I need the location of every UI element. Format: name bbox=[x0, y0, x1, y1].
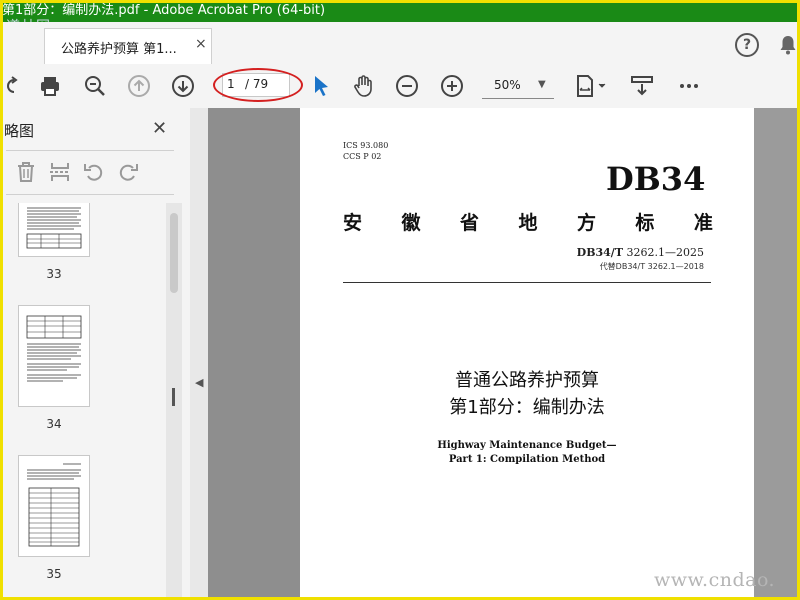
undo-icon[interactable] bbox=[82, 160, 106, 184]
scroll-mode-icon[interactable] bbox=[630, 74, 654, 98]
thumbnail-list: 33 34 35 bbox=[0, 203, 166, 600]
select-pointer-icon[interactable] bbox=[309, 74, 333, 98]
chevron-down-icon[interactable]: ▼ bbox=[538, 79, 546, 90]
standard-type: 安 徽 省 地 方 标 准 bbox=[343, 208, 713, 235]
redo-icon[interactable] bbox=[116, 160, 140, 184]
share-icon[interactable] bbox=[0, 74, 24, 98]
panel-title: 略图 bbox=[4, 122, 35, 140]
tab-label: 公路养护预算 第1... bbox=[61, 42, 177, 57]
zoom-out-icon[interactable] bbox=[395, 74, 419, 98]
zoom-search-icon[interactable] bbox=[83, 74, 107, 98]
hand-icon[interactable] bbox=[351, 74, 375, 98]
thumbnail-page-34[interactable] bbox=[18, 305, 90, 407]
panel-divider bbox=[6, 194, 174, 195]
thumbnail-page-33[interactable] bbox=[18, 203, 90, 257]
header-rule bbox=[343, 282, 711, 283]
extract-icon[interactable] bbox=[48, 160, 72, 184]
page-up-icon[interactable] bbox=[127, 74, 151, 98]
panel-divider bbox=[6, 150, 174, 151]
panel-splitter[interactable] bbox=[190, 108, 208, 600]
thumbnail-label: 33 bbox=[46, 267, 62, 281]
standard-code: DB34/T 3262.1—2025 bbox=[550, 246, 704, 259]
tab-close-icon[interactable]: × bbox=[195, 36, 207, 52]
ccs-code: CCS P 02 bbox=[343, 152, 382, 161]
site-watermark: www.cndao. bbox=[654, 569, 776, 591]
page-down-icon[interactable] bbox=[171, 74, 195, 98]
thumbnail-panel: 略图 ✕ 33 34 35 bbox=[0, 108, 191, 600]
standard-type-char: 准 bbox=[693, 212, 713, 234]
collapse-panel-icon[interactable]: ◀ bbox=[195, 376, 203, 389]
thumbnail-tools bbox=[0, 156, 180, 196]
close-icon[interactable]: ✕ bbox=[152, 118, 167, 139]
replaces-note: 代替DB34/T 3262.1—2018 bbox=[599, 262, 704, 271]
scrollbar-thumb[interactable] bbox=[170, 213, 178, 293]
zoom-level-select[interactable]: 50% ▼ bbox=[482, 74, 554, 99]
toolbar: 1 / 79 50% ▼ bbox=[0, 64, 800, 109]
document-title-line1: 普通公路养护预算 bbox=[455, 370, 599, 391]
thumbnail-label: 35 bbox=[46, 567, 62, 581]
tab-document[interactable]: 公路养护预算 第1... × bbox=[44, 28, 212, 64]
code-number: 3262.1—2025 bbox=[623, 246, 705, 259]
standard-type-char: 地 bbox=[518, 212, 538, 234]
standard-type-char: 徽 bbox=[401, 212, 421, 234]
trash-icon[interactable] bbox=[14, 160, 38, 184]
zoom-in-icon[interactable] bbox=[440, 74, 464, 98]
document-margin bbox=[754, 108, 800, 600]
bell-icon[interactable] bbox=[778, 34, 798, 60]
print-icon[interactable] bbox=[38, 74, 62, 98]
zoom-value: 50% bbox=[494, 78, 521, 92]
more-icon[interactable] bbox=[677, 74, 701, 98]
english-title-line2: Part 1: Compilation Method bbox=[448, 454, 606, 465]
annotation-highlight-oval bbox=[213, 68, 303, 102]
pdf-page[interactable]: ICS 93.080 CCS P 02 DB34 安 徽 省 地 方 标 准 D… bbox=[300, 108, 754, 600]
document-title-line2: 第1部分：编制办法 bbox=[449, 397, 605, 418]
standard-type-char: 方 bbox=[576, 212, 596, 234]
standard-type-char: 标 bbox=[635, 212, 655, 234]
ics-code: ICS 93.080 bbox=[343, 141, 389, 150]
standard-prefix: DB34 bbox=[606, 160, 706, 198]
standard-type-char: 安 bbox=[343, 212, 363, 234]
panel-resize-handle[interactable] bbox=[172, 388, 175, 406]
window-title-bar: 第1部分：编制办法.pdf - Adobe Acrobat Pro (64-bi… bbox=[0, 0, 800, 22]
fit-page-icon[interactable] bbox=[575, 74, 609, 98]
standard-type-char: 省 bbox=[459, 212, 479, 234]
code-prefix: DB34/T bbox=[576, 246, 624, 259]
thumbnail-label: 34 bbox=[46, 417, 62, 431]
english-title-line1: Highway Maintenance Budget— bbox=[437, 440, 617, 451]
thumbnail-page-35[interactable] bbox=[18, 455, 90, 557]
tab-bar: 公路养护预算 第1... × ? bbox=[0, 22, 800, 65]
help-icon[interactable]: ? bbox=[735, 33, 759, 57]
